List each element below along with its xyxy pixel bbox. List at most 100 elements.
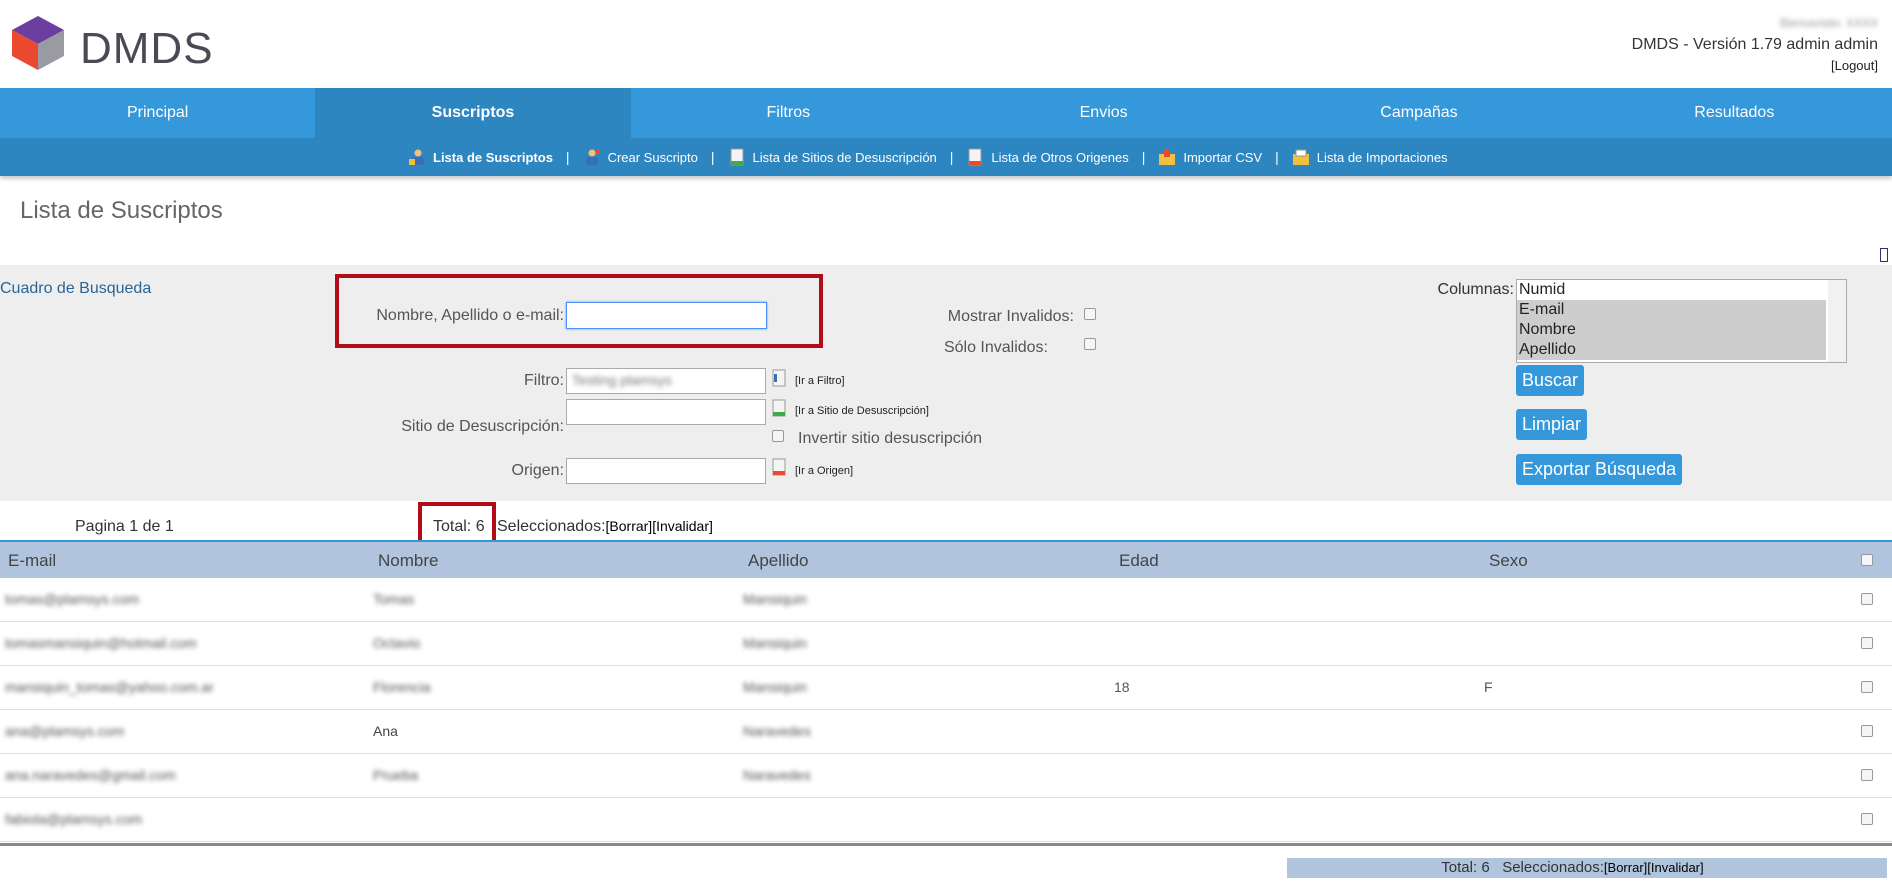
column-header-sexo[interactable]: Sexo [1489, 551, 1528, 571]
table-row: ana@plamsys.com Ana Naravedes [0, 710, 1892, 754]
column-option[interactable]: Apellido [1517, 340, 1826, 360]
mostrar-invalidos-checkbox[interactable] [1084, 308, 1096, 320]
separator: | [1141, 149, 1146, 165]
tab-campanas[interactable]: Campañas [1261, 88, 1576, 138]
footer-borrar-invalidar-links[interactable]: [Borrar][Invalidar] [1604, 860, 1704, 875]
search-panel-title: Cuadro de Busqueda [0, 280, 152, 297]
filtro-input[interactable]: Testing plamsys [566, 368, 766, 394]
name-label: Nombre, Apellido o e-mail: [376, 307, 564, 324]
version-text: DMDS - Versión 1.79 admin admin [1631, 36, 1878, 53]
table-row: mansiquin_tomas@yahoo.com.ar Florencia M… [0, 666, 1892, 710]
table-row: ana.naravedes@gmail.com Prueba Naravedes [0, 754, 1892, 798]
column-option[interactable]: E-mail [1517, 300, 1826, 320]
filtro-label: Filtro: [524, 372, 564, 389]
subnav-label: Lista de Importaciones [1316, 149, 1448, 165]
select-all-checkbox[interactable] [1861, 554, 1873, 566]
filter-document-icon[interactable] [772, 369, 786, 387]
row-checkbox[interactable] [1861, 813, 1873, 825]
invertir-checkbox[interactable] [772, 430, 784, 442]
name-search-input[interactable] [566, 302, 767, 329]
table-row: fabiola@plamsys.com [0, 798, 1892, 842]
exportar-button[interactable]: Exportar Búsqueda [1516, 454, 1683, 485]
corner-toggle-icon[interactable] [1880, 248, 1888, 262]
ir-a-origen-link[interactable]: [Ir a Origen] [795, 465, 853, 477]
seleccionados-label: Seleccionados: [497, 518, 606, 535]
import-folder-icon [1159, 149, 1176, 165]
logo-text: DMDS [80, 24, 214, 73]
subnav-sitios-desuscripcion[interactable]: Lista de Sitios de Desuscripción [728, 148, 937, 166]
column-header-apellido[interactable]: Apellido [748, 551, 809, 571]
cell-apellido: Naravedes [743, 723, 811, 739]
borrar-invalidar-links[interactable]: [Borrar][Invalidar] [606, 518, 713, 534]
subnav-crear-suscripto[interactable]: Crear Suscripto [583, 148, 698, 166]
footer-total: Total: 6 [1441, 859, 1490, 876]
cell-apellido: Mansiquin [743, 591, 807, 607]
row-checkbox[interactable] [1861, 769, 1873, 781]
columnas-scrollbar[interactable] [1828, 280, 1846, 362]
row-checkbox[interactable] [1861, 637, 1873, 649]
column-option[interactable]: Nombre [1517, 320, 1826, 340]
cell-apellido: Mansiquin [743, 635, 807, 651]
separator: | [565, 149, 570, 165]
subnav-lista-suscriptos[interactable]: Lista de Suscriptos [408, 148, 553, 166]
cell-email: tomasmansiquin@hotmail.com [5, 635, 197, 651]
solo-invalidos-label: Sólo Invalidos: [943, 339, 1048, 356]
filtro-value: Testing plamsys [572, 372, 672, 388]
tab-suscriptos[interactable]: Suscriptos [315, 88, 631, 138]
buscar-button[interactable]: Buscar [1516, 365, 1585, 396]
document-red-icon [968, 148, 982, 166]
sub-nav: Lista de Suscriptos | Crear Suscripto | … [0, 138, 1892, 176]
row-checkbox[interactable] [1861, 593, 1873, 605]
origen-input[interactable] [566, 458, 766, 484]
separator: | [1275, 149, 1279, 165]
logout-link[interactable]: [Logout] [1831, 58, 1878, 73]
separator: | [949, 149, 954, 165]
column-header-edad[interactable]: Edad [1119, 551, 1159, 571]
add-user-icon [585, 149, 600, 165]
row-checkbox[interactable] [1861, 725, 1873, 737]
invertir-label: Invertir sitio desuscripción [798, 430, 983, 447]
origen-document-icon[interactable] [772, 458, 786, 476]
tab-filtros[interactable]: Filtros [631, 88, 946, 138]
sitio-document-icon[interactable] [772, 399, 786, 417]
separator: | [710, 149, 715, 165]
row-checkbox[interactable] [1861, 681, 1873, 693]
cell-email: ana@plamsys.com [5, 723, 125, 739]
ir-a-filtro-link[interactable]: [Ir a Filtro] [795, 375, 845, 387]
cell-nombre: Tomas [373, 591, 415, 607]
subnav-label: Lista de Suscriptos [433, 149, 553, 165]
cell-nombre: Ana [373, 723, 398, 739]
columnas-label: Columnas: [1437, 281, 1514, 298]
subnav-importar-csv[interactable]: Importar CSV [1158, 148, 1262, 166]
footer-seleccionados-label: Seleccionados: [1502, 859, 1604, 876]
tab-principal[interactable]: Principal [0, 88, 315, 138]
cell-nombre: Prueba [373, 767, 419, 783]
total-count: Total: 6 [433, 518, 485, 535]
sitio-input[interactable] [566, 399, 766, 425]
cell-email: fabiola@plamsys.com [5, 811, 143, 827]
cell-email: ana.naravedes@gmail.com [5, 767, 176, 783]
subnav-label: Importar CSV [1183, 149, 1263, 165]
tab-resultados[interactable]: Resultados [1577, 88, 1892, 138]
dmds-logo: DMDS [10, 14, 213, 74]
solo-invalidos-checkbox[interactable] [1084, 338, 1096, 350]
cell-email: tomas@plamsys.com [5, 591, 140, 607]
document-green-icon [730, 148, 744, 166]
folder-list-icon [1292, 149, 1309, 165]
cell-apellido: Mansiquin [743, 679, 807, 695]
mostrar-invalidos-label: Mostrar Invalidos: [947, 308, 1074, 325]
columnas-select[interactable]: Numid E-mail Nombre Apellido [1516, 279, 1847, 363]
column-option[interactable]: Numid [1517, 280, 1826, 300]
ir-a-sitio-link[interactable]: [Ir a Sitio de Desuscripción] [795, 405, 929, 417]
sitio-label: Sitio de Desuscripción: [401, 418, 564, 435]
limpiar-button[interactable]: Limpiar [1516, 409, 1588, 440]
column-header-email[interactable]: E-mail [8, 551, 56, 571]
subnav-otros-origenes[interactable]: Lista de Otros Origenes [966, 148, 1129, 166]
page-title: Lista de Suscriptos [20, 197, 223, 224]
search-panel: Cuadro de Busqueda Nombre, Apellido o e-… [0, 265, 1892, 501]
column-header-nombre[interactable]: Nombre [378, 551, 438, 571]
table-header: E-mail Nombre Apellido Edad Sexo [0, 540, 1892, 578]
tab-envios[interactable]: Envios [946, 88, 1261, 138]
subnav-lista-importaciones[interactable]: Lista de Importaciones [1292, 148, 1448, 166]
cell-nombre: Florencia [373, 679, 431, 695]
